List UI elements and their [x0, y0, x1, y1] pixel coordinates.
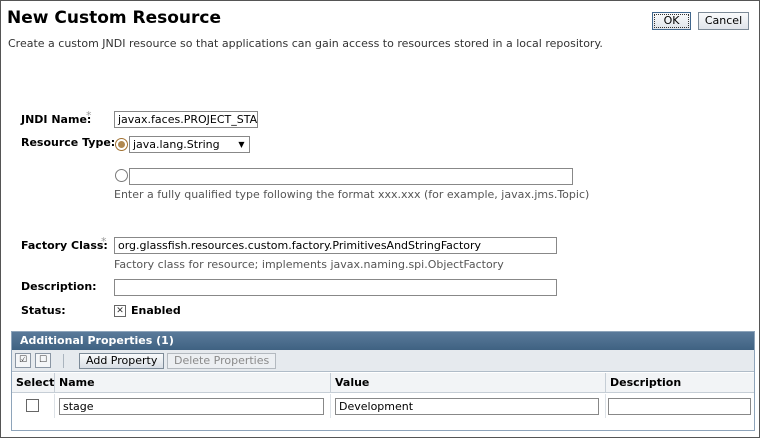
select-all-icon[interactable]: ☑: [15, 353, 31, 368]
resource-type-label: Resource Type:: [21, 136, 116, 149]
resource-type-custom-input[interactable]: [129, 168, 573, 185]
cancel-button[interactable]: Cancel: [698, 12, 749, 30]
resource-type-select[interactable]: java.lang.String ▼: [129, 136, 250, 153]
factory-class-input[interactable]: org.glassfish.resources.custom.factory.P…: [114, 237, 557, 254]
new-custom-resource-page: New Custom Resource Create a custom JNDI…: [0, 0, 760, 438]
column-header-name[interactable]: Name: [55, 373, 331, 393]
property-name-input[interactable]: stage: [59, 398, 324, 415]
row-value-cell: Development: [331, 394, 606, 418]
table-title: Additional Properties (1): [12, 332, 754, 350]
row-select-cell: [12, 394, 55, 418]
chevron-down-icon: ▼: [238, 140, 245, 149]
deselect-all-icon[interactable]: ☐: [35, 353, 51, 368]
required-icon: *: [101, 235, 107, 248]
property-description-input[interactable]: [608, 398, 751, 415]
row-name-cell: stage: [55, 394, 331, 418]
required-icon: *: [86, 109, 92, 122]
add-property-button[interactable]: Add Property: [79, 353, 165, 369]
page-description: Create a custom JNDI resource so that ap…: [8, 37, 603, 50]
jndi-name-input[interactable]: javax.faces.PROJECT_STA: [114, 111, 258, 128]
toolbar-divider: [63, 354, 64, 368]
column-header-value[interactable]: Value: [331, 373, 606, 393]
resource-type-custom-radio[interactable]: [115, 169, 128, 182]
additional-properties-table: Additional Properties (1) ☑ ☐ Add Proper…: [11, 331, 755, 431]
factory-class-help: Factory class for resource; implements j…: [114, 258, 504, 271]
resource-type-selected-value: java.lang.String: [133, 138, 220, 151]
table-toolbar: ☑ ☐ Add Property Delete Properties: [12, 350, 754, 372]
enabled-checkbox-label: Enabled: [131, 304, 181, 317]
resource-type-predefined-radio[interactable]: [115, 138, 128, 151]
column-header-select[interactable]: Select: [12, 373, 55, 393]
column-header-description[interactable]: Description: [606, 373, 754, 393]
property-value-input[interactable]: Development: [335, 398, 599, 415]
delete-properties-button[interactable]: Delete Properties: [167, 353, 277, 369]
page-title: New Custom Resource: [7, 8, 222, 28]
jndi-name-label: JNDI Name:: [21, 113, 92, 126]
factory-class-label: Factory Class:: [21, 239, 108, 252]
enabled-checkbox[interactable]: ✕: [114, 305, 126, 317]
ok-button[interactable]: OK: [652, 12, 691, 30]
description-input[interactable]: [114, 279, 557, 296]
row-select-checkbox[interactable]: [26, 399, 39, 412]
row-description-cell: [606, 394, 754, 418]
description-label: Description:: [21, 280, 97, 293]
resource-type-help: Enter a fully qualified type following t…: [114, 188, 590, 201]
status-label: Status:: [21, 304, 66, 317]
